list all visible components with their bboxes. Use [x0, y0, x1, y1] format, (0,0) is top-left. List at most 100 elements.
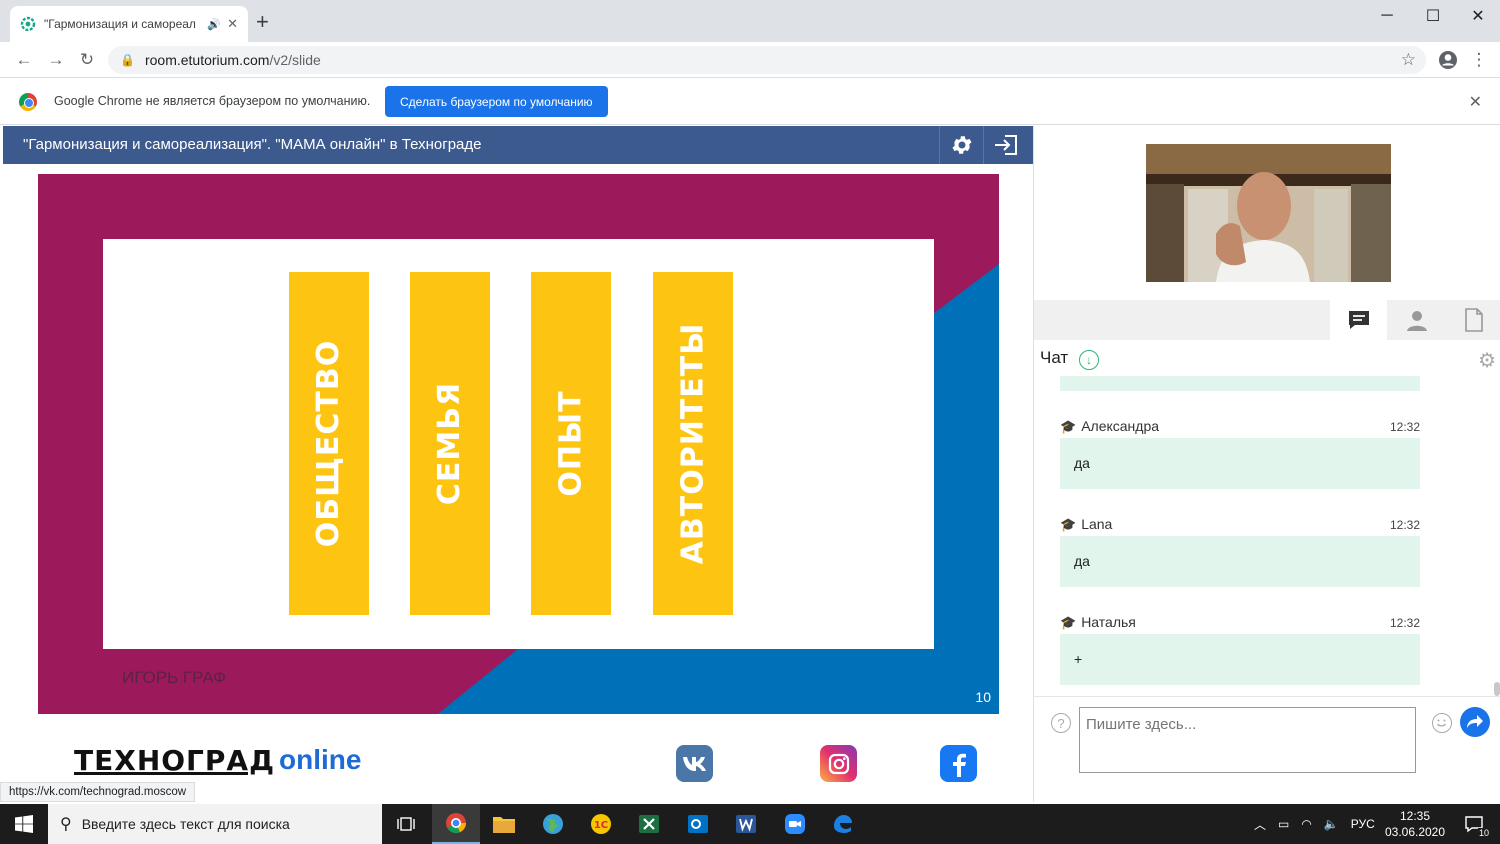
slide-author: ИГОРЬ ГРАФ: [122, 668, 227, 687]
search-icon: ⚲: [60, 816, 72, 833]
slide-bar-1: ОБЩЕСТВО: [289, 272, 369, 615]
default-browser-infobar: Google Chrome не является браузером по у…: [0, 79, 1500, 125]
graduation-cap-icon: 🎓: [1060, 517, 1077, 532]
tab-participants[interactable]: [1388, 300, 1445, 340]
chat-compose: ?: [1034, 696, 1500, 802]
reload-button[interactable]: ↻: [75, 48, 99, 72]
instagram-icon[interactable]: [820, 745, 857, 782]
etutorium-favicon-icon: [20, 16, 36, 32]
message-text: да: [1060, 536, 1420, 587]
chat-input[interactable]: [1079, 707, 1416, 773]
message-author: Lana: [1081, 516, 1113, 532]
system-tray: ︿ ▭ ◠ 🔈 РУС: [1254, 804, 1375, 844]
facebook-icon[interactable]: [940, 745, 977, 782]
chat-title: Чат: [1040, 348, 1069, 367]
volume-icon[interactable]: 🔈: [1324, 817, 1339, 831]
lock-icon[interactable]: 🔒: [120, 53, 135, 67]
browser-tab[interactable]: "Гармонизация и самореал 🔊 ✕: [10, 6, 248, 42]
edge-icon[interactable]: [819, 804, 867, 844]
maximize-button[interactable]: ☐: [1410, 0, 1456, 32]
task-view-icon[interactable]: [382, 804, 430, 844]
chat-icon: [1348, 311, 1369, 329]
language-indicator[interactable]: РУС: [1351, 817, 1375, 831]
minimize-button[interactable]: ─: [1364, 0, 1410, 32]
message-text: +: [1060, 634, 1420, 685]
notification-count: 10: [1477, 828, 1490, 838]
windows-taskbar: ⚲ Введите здесь текст для поиска 1C ︿ ▭ …: [0, 804, 1500, 844]
outlook-icon[interactable]: [674, 804, 722, 844]
slide-bar-4: АВТОРИТЕТЫ: [653, 272, 733, 615]
right-panel: Чат ↓ ⚙ 🎓 Александра 12:32 да 🎓 Lana 12:32 д…: [1033, 126, 1500, 802]
tab-title: "Гармонизация и самореал: [44, 17, 196, 31]
tab-chat[interactable]: [1330, 300, 1387, 340]
back-button[interactable]: ←: [12, 48, 36, 72]
slide-content-box: ОБЩЕСТВО СЕМЬЯ ОПЫТ АВТОРИТЕТЫ: [103, 239, 934, 649]
sign-out-icon: [994, 135, 1017, 155]
graduation-cap-icon: 🎓: [1060, 615, 1077, 630]
room-title: "Гармонизация и самореализация". "МАМА о…: [23, 136, 482, 153]
slide-bar-2: СЕМЬЯ: [410, 272, 490, 615]
gear-icon: [952, 136, 971, 154]
chat-message-partial: [1060, 376, 1420, 391]
profile-icon[interactable]: [1436, 48, 1460, 72]
excel-icon[interactable]: [625, 804, 673, 844]
taskbar-search-placeholder: Введите здесь текст для поиска: [81, 816, 290, 832]
word-icon[interactable]: [722, 804, 770, 844]
forward-button[interactable]: →: [44, 48, 68, 72]
brand-main: ТЕХНОГРАД: [74, 743, 276, 777]
room-settings-button[interactable]: [939, 126, 983, 164]
document-icon: [1464, 308, 1483, 332]
tab-close-icon[interactable]: ✕: [227, 16, 238, 32]
bookmark-star-icon[interactable]: ☆: [1401, 50, 1416, 70]
chat-message: 🎓 Александра 12:32 да: [1060, 418, 1420, 489]
taskbar-search[interactable]: ⚲ Введите здесь текст для поиска: [48, 804, 382, 844]
chat-message: 🎓 Lana 12:32 да: [1060, 516, 1420, 587]
browser-toolbar: ← → ↻ 🔒 room.etutorium.com /v2/slide ☆ ⋮: [0, 42, 1500, 78]
zoom-icon[interactable]: [771, 804, 819, 844]
help-icon[interactable]: ?: [1051, 713, 1071, 733]
file-explorer-icon[interactable]: [480, 804, 528, 844]
globe-app-icon[interactable]: [529, 804, 577, 844]
chrome-taskbar-icon[interactable]: [432, 804, 480, 844]
notifications-icon[interactable]: 10: [1452, 804, 1496, 844]
message-author: Александра: [1081, 418, 1160, 434]
status-bar-url: https://vk.com/technograd.moscow: [0, 782, 196, 802]
room-header: "Гармонизация и самореализация". "МАМА о…: [3, 126, 1033, 164]
infobar-message: Google Chrome не является браузером по у…: [54, 94, 371, 108]
chat-download-icon[interactable]: ↓: [1079, 350, 1099, 370]
infobar-close-icon[interactable]: ✕: [1469, 92, 1482, 112]
wifi-icon[interactable]: ◠: [1301, 817, 1311, 831]
svg-text:1C: 1C: [594, 820, 608, 831]
exit-room-button[interactable]: [983, 126, 1027, 164]
show-hidden-icons-chevron-icon[interactable]: ︿: [1254, 816, 1266, 833]
set-default-browser-button[interactable]: Сделать браузером по умолчанию: [385, 86, 608, 117]
url-path: /v2/slide: [269, 52, 321, 68]
message-time: 12:32: [1389, 518, 1420, 532]
browser-menu-icon[interactable]: ⋮: [1467, 48, 1491, 72]
windows-start-icon[interactable]: [0, 804, 48, 844]
1c-app-icon[interactable]: 1C: [577, 804, 625, 844]
taskbar-clock[interactable]: 12:35 03.06.2020: [1380, 808, 1450, 840]
window-close-button[interactable]: ✕: [1455, 0, 1500, 32]
technograd-logo[interactable]: ТЕХНОГРАД online: [74, 740, 361, 780]
chat-messages: 🎓 Александра 12:32 да 🎓 Lana 12:32 да 🎓 Натал…: [1034, 376, 1500, 694]
presenter-video-frame: [1146, 144, 1391, 282]
webcam-video[interactable]: [1146, 144, 1391, 282]
vk-icon[interactable]: [676, 745, 713, 782]
chat-settings-gear-icon[interactable]: ⚙: [1478, 348, 1496, 373]
slide-page-number: 10: [975, 689, 991, 705]
user-icon: [1406, 311, 1427, 331]
emoji-icon[interactable]: [1432, 713, 1452, 733]
chat-scrollbar[interactable]: [1494, 682, 1500, 696]
new-tab-button[interactable]: +: [256, 11, 269, 33]
panel-tabs: [1034, 300, 1500, 340]
battery-icon[interactable]: ▭: [1278, 817, 1289, 831]
brand-suffix: online: [279, 744, 362, 775]
tab-files[interactable]: [1445, 300, 1500, 340]
send-button[interactable]: [1460, 707, 1490, 737]
audio-playing-icon[interactable]: 🔊: [207, 18, 221, 31]
address-bar[interactable]: 🔒 room.etutorium.com /v2/slide ☆: [108, 46, 1426, 74]
graduation-cap-icon: 🎓: [1060, 419, 1077, 434]
chat-message: 🎓 Наталья 12:32 +: [1060, 614, 1420, 685]
browser-tabstrip: "Гармонизация и самореал 🔊 ✕ + ─ ☐ ✕: [0, 0, 1500, 42]
